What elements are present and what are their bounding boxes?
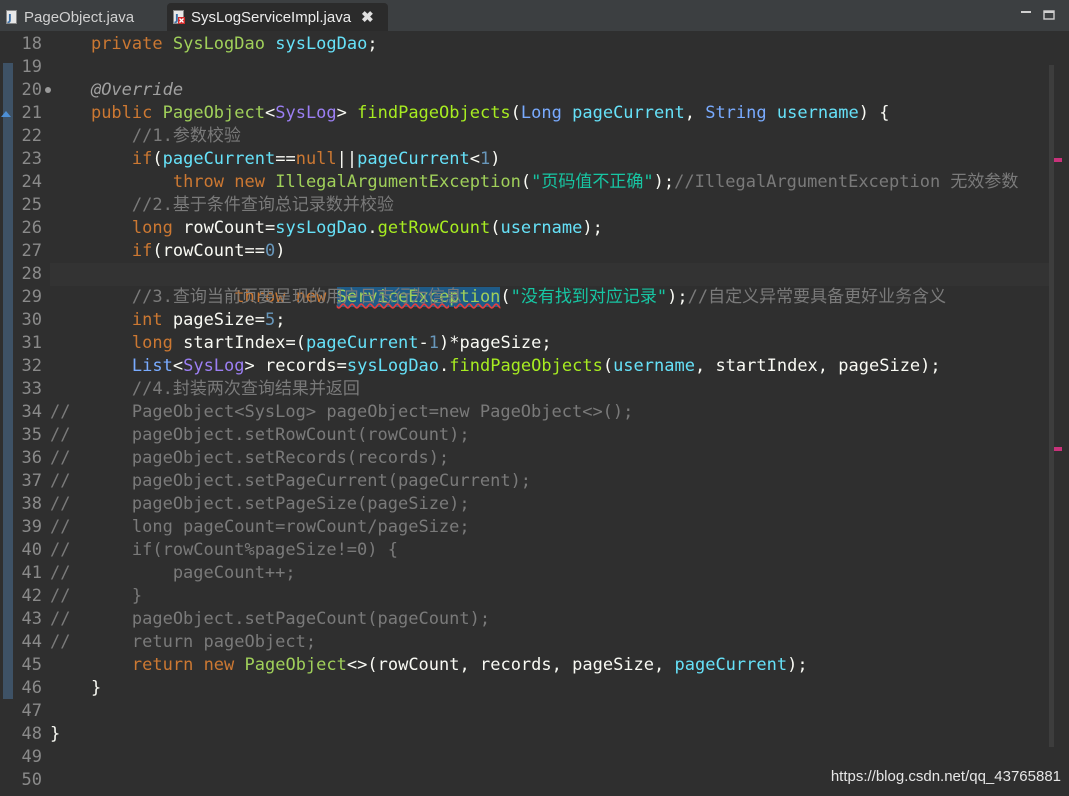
line-number: 22 [21, 126, 42, 146]
code-line-45: return new PageObject<>(rowCount, record… [131, 655, 808, 675]
code-line-48: } [50, 724, 61, 744]
line-number: 29 [21, 287, 42, 307]
line-number: 34 [21, 402, 42, 422]
tab-syslogserviceimpl-java[interactable]: J SysLogServiceImpl.java ✖ [167, 3, 388, 31]
line-number: 45 [21, 655, 42, 675]
minimize-icon[interactable] [1020, 6, 1032, 25]
svg-text:J: J [7, 13, 12, 24]
line-number: 31 [21, 333, 42, 353]
override-marker-icon[interactable] [1, 111, 11, 117]
code-line-22: //1.参数校验 [131, 126, 241, 146]
code-line-41: // pageCount++; [50, 563, 296, 583]
line-number: 25 [21, 195, 42, 215]
code-line-38: // pageObject.setPageSize(pageSize); [50, 494, 470, 514]
code-line-40: // if(rowCount%pageSize!=0) { [50, 540, 398, 560]
tab-pageobject-java[interactable]: J PageObject.java [0, 3, 160, 31]
java-file-error-icon: J [173, 10, 185, 24]
code-line-33: //4.封装两次查询结果并返回 [131, 379, 360, 399]
tab-label: SysLogServiceImpl.java [191, 8, 352, 26]
code-line-37: // pageObject.setPageCurrent(pageCurrent… [50, 471, 532, 491]
line-number: 46 [21, 678, 42, 698]
line-number: 42 [21, 586, 42, 606]
code-line-36: // pageObject.setRecords(records); [50, 448, 450, 468]
line-number: 19 [21, 57, 42, 77]
code-line-20: @Override [90, 80, 184, 100]
line-number: 36 [21, 448, 42, 468]
line-number: 23 [21, 149, 42, 169]
line-number: 49 [21, 747, 42, 767]
tab-label: PageObject.java [24, 8, 135, 26]
code-line-18: private SysLogDao sysLogDao; [90, 34, 378, 54]
editor-tab-bar: J PageObject.java J SysLogServiceImpl.ja… [0, 0, 1069, 31]
code-line-31: long startIndex=(pageCurrent-1)*pageSize… [131, 333, 552, 353]
line-number: 41 [21, 563, 42, 583]
line-number: 35 [21, 425, 42, 445]
line-number: 37 [21, 471, 42, 491]
code-editor[interactable]: 18 19 20 21 22 23 24 25 26 27 28 29 30 31 32 33 34 35 36 37… [0, 31, 1069, 796]
code-line-39: // long pageCount=rowCount/pageSize; [50, 517, 470, 537]
line-number: 47 [21, 701, 42, 721]
line-number: 39 [21, 517, 42, 537]
line-number: 20 [14, 79, 51, 102]
code-line-29: //3.查询当前页要呈现的用户日志行为信息 [131, 287, 462, 307]
code-line-34: // PageObject<SysLog> pageObject=new Pag… [50, 402, 634, 422]
code-line-25: //2.基于条件查询总记录数并校验 [131, 195, 394, 215]
error-ruler-mark[interactable] [1054, 158, 1062, 162]
line-number: 32 [21, 356, 42, 376]
overview-ruler [1048, 64, 1062, 744]
code-line-43: // pageObject.setPageCount(pageCount); [50, 609, 491, 629]
code-line-35: // pageObject.setRowCount(rowCount); [50, 425, 470, 445]
line-number: 28 [21, 264, 42, 284]
code-line-28: throw new ServiceException("没有找到对应记录");/… [50, 263, 1050, 307]
line-number: 26 [21, 218, 42, 238]
close-icon[interactable]: ✖ [361, 8, 374, 26]
code-line-24: throw new IllegalArgumentException("页码值不… [172, 172, 1019, 192]
line-number: 27 [21, 241, 42, 261]
code-line-23: if(pageCurrent==null||pageCurrent<1) [131, 149, 501, 169]
line-number: 24 [21, 172, 42, 192]
line-number-gutter: 18 19 20 21 22 23 24 25 26 27 28 29 30 31 32 33 34 35 36 37… [1, 33, 51, 792]
line-number: 33 [21, 379, 42, 399]
line-number: 48 [21, 724, 42, 744]
java-file-icon: J [6, 10, 18, 24]
code-line-30: int pageSize=5; [131, 310, 286, 330]
line-number: 40 [21, 540, 42, 560]
code-line-46: } [50, 678, 102, 698]
line-number: 44 [21, 632, 42, 652]
code-line-27: if(rowCount==0) [131, 241, 286, 261]
line-number: 50 [21, 770, 42, 790]
line-number: 38 [21, 494, 42, 514]
code-line-44: // return pageObject; [50, 632, 317, 652]
error-ruler-mark[interactable] [1054, 447, 1062, 451]
watermark: https://blog.csdn.net/qq_43765881 [830, 768, 1061, 785]
line-number: 30 [21, 310, 42, 330]
change-ruler [3, 63, 13, 699]
code-line-32: List<SysLog> records=sysLogDao.findPageO… [131, 356, 941, 376]
line-number: 18 [21, 34, 42, 54]
line-number: 43 [21, 609, 42, 629]
code-line-26: long rowCount=sysLogDao.getRowCount(user… [131, 218, 603, 238]
code-area[interactable]: private SysLogDao sysLogDao; @Override p… [50, 33, 1050, 792]
code-line-42: // } [50, 586, 143, 606]
code-line-21: public PageObject<SysLog> findPageObject… [90, 103, 890, 123]
line-number: 21 [1, 102, 42, 125]
maximize-icon[interactable] [1043, 6, 1055, 25]
